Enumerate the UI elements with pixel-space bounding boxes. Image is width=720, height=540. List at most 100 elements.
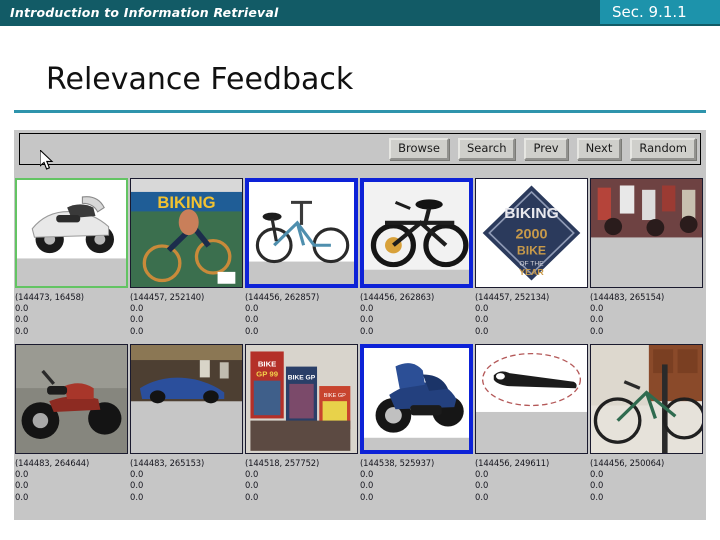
- result-cell: [130, 344, 245, 454]
- result-score: 0.0: [590, 314, 604, 325]
- result-score: 0.0: [590, 469, 604, 480]
- result-thumbnail-biking-magazine-cover[interactable]: BIKING: [130, 178, 243, 288]
- result-caption: (144457, 252140) 0.0 0.0 0.0: [130, 290, 245, 344]
- result-caption: (144483, 265154) 0.0 0.0 0.0: [590, 290, 705, 344]
- result-score: 0.0: [15, 480, 29, 491]
- result-score: 0.0: [15, 491, 29, 502]
- result-id: (144518, 257752): [245, 458, 320, 468]
- result-id: (144483, 265153): [130, 458, 205, 468]
- svg-text:GP 99: GP 99: [256, 369, 278, 378]
- svg-text:BIKING: BIKING: [504, 205, 558, 222]
- result-score: 0.0: [245, 325, 259, 336]
- result-score: 0.0: [15, 325, 29, 336]
- result-thumbnail-crowded-bike-rack[interactable]: [590, 178, 703, 288]
- toolbar-button-browse[interactable]: Browse: [389, 138, 449, 160]
- result-score: 0.0: [360, 314, 374, 325]
- result-cell: BIKING 2000 BIKE OF THE YEAR: [475, 178, 590, 288]
- result-id: (144483, 264644): [15, 458, 90, 468]
- result-cell: [15, 344, 130, 454]
- result-caption: (144457, 252134) 0.0 0.0 0.0: [475, 290, 590, 344]
- result-score: 0.0: [475, 303, 489, 314]
- result-score: 0.0: [360, 491, 374, 502]
- result-score: 0.0: [590, 491, 604, 502]
- result-score: 0.0: [245, 480, 259, 491]
- svg-text:BIKE GP: BIKE GP: [288, 375, 316, 382]
- result-score: 0.0: [360, 325, 374, 336]
- result-score: 0.0: [130, 491, 144, 502]
- result-caption: (144456, 249611) 0.0 0.0 0.0: [475, 456, 590, 510]
- result-score: 0.0: [245, 491, 259, 502]
- section-badge: Sec. 9.1.1: [600, 0, 720, 24]
- svg-text:BIKING: BIKING: [157, 194, 215, 212]
- result-thumbnail-white-folding-bicycle[interactable]: [245, 178, 358, 288]
- result-score: 0.0: [360, 303, 374, 314]
- result-score: 0.0: [475, 480, 489, 491]
- result-cell: [590, 344, 705, 454]
- result-score: 0.0: [360, 469, 374, 480]
- result-score: 0.0: [130, 303, 144, 314]
- result-caption: (144456, 262857) 0.0 0.0 0.0: [245, 290, 360, 344]
- result-score: 0.0: [15, 303, 29, 314]
- result-caption: (144483, 265153) 0.0 0.0 0.0: [130, 456, 245, 510]
- result-score: 0.0: [590, 325, 604, 336]
- svg-text:YEAR: YEAR: [519, 267, 544, 277]
- caption-row: (144483, 264644) 0.0 0.0 0.0 (144483, 265153…: [15, 456, 705, 510]
- result-thumbnail-black-bike-lock-strap[interactable]: [475, 344, 588, 454]
- result-score: 0.0: [15, 469, 29, 480]
- toolbar-button-prev[interactable]: Prev: [524, 138, 568, 160]
- result-thumbnail-bike-gp-magazines[interactable]: BIKE GP 99 BIKE GP BIKE GP: [245, 344, 358, 454]
- image-browser-window: Browse Search Prev Next Random BIKING BIKING 2…: [14, 130, 706, 520]
- result-caption: (144518, 257752) 0.0 0.0 0.0: [245, 456, 360, 510]
- result-caption: (144456, 250064) 0.0 0.0 0.0: [590, 456, 705, 510]
- result-thumbnail-red-classic-motorcycle[interactable]: [15, 344, 128, 454]
- svg-text:BIKE: BIKE: [258, 360, 277, 369]
- result-score: 0.0: [475, 314, 489, 325]
- result-thumbnail-blue-scooter-in-crowd[interactable]: [130, 344, 243, 454]
- result-score: 0.0: [475, 491, 489, 502]
- toolbar-button-group: Browse Search Prev Next Random: [389, 138, 696, 160]
- result-score: 0.0: [360, 480, 374, 491]
- result-cell: BIKE GP 99 BIKE GP BIKE GP: [245, 344, 360, 454]
- results-grid: BIKING BIKING 2000 BIKE OF THE YEAR (144473, 1…: [15, 178, 705, 510]
- result-id: (144456, 249611): [475, 458, 550, 468]
- result-id: (144456, 262863): [360, 292, 435, 302]
- thumbnail-row: BIKING BIKING 2000 BIKE OF THE YEAR: [15, 178, 705, 290]
- result-cell: [360, 178, 475, 288]
- toolbar-button-next[interactable]: Next: [576, 138, 622, 160]
- result-id: (144456, 262857): [245, 292, 320, 302]
- result-caption: (144473, 16458) 0.0 0.0 0.0: [15, 290, 130, 344]
- section-badge-label: Sec. 9.1.1: [612, 3, 687, 21]
- result-score: 0.0: [130, 314, 144, 325]
- result-score: 0.0: [590, 303, 604, 314]
- result-score: 0.0: [15, 314, 29, 325]
- result-score: 0.0: [245, 314, 259, 325]
- result-id: (144538, 525937): [360, 458, 435, 468]
- slide-header-title: Introduction to Information Retrieval: [10, 5, 279, 20]
- result-cell: [245, 178, 360, 288]
- toolbar-button-random[interactable]: Random: [630, 138, 696, 160]
- result-score: 0.0: [130, 480, 144, 491]
- result-score: 0.0: [590, 480, 604, 491]
- result-score: 0.0: [475, 469, 489, 480]
- result-cell: [360, 344, 475, 454]
- result-cell: [475, 344, 590, 454]
- result-id: (144473, 16458): [15, 292, 84, 302]
- thumbnail-row: BIKE GP 99 BIKE GP BIKE GP: [15, 344, 705, 456]
- result-id: (144457, 252140): [130, 292, 205, 302]
- toolbar-button-search[interactable]: Search: [457, 138, 516, 160]
- result-caption: (144456, 262863) 0.0 0.0 0.0: [360, 290, 475, 344]
- result-caption: (144538, 525937) 0.0 0.0 0.0: [360, 456, 475, 510]
- result-score: 0.0: [245, 303, 259, 314]
- result-id: (144483, 265154): [590, 292, 665, 302]
- title-underline: [14, 110, 706, 113]
- result-id: (144457, 252134): [475, 292, 550, 302]
- result-cell: BIKING: [130, 178, 245, 288]
- svg-text:BIKE GP: BIKE GP: [324, 393, 347, 399]
- result-thumbnail-bicycles-on-wall-rack[interactable]: [590, 344, 703, 454]
- result-thumbnail-black-folding-bicycle[interactable]: [360, 178, 473, 288]
- result-thumbnail-white-motor-scooter[interactable]: [15, 178, 128, 288]
- result-thumbnail-blue-touring-motorcycle[interactable]: [360, 344, 473, 454]
- result-thumbnail-biking-2000-bike-of-the-year-award[interactable]: BIKING 2000 BIKE OF THE YEAR: [475, 178, 588, 288]
- result-cell: [590, 178, 705, 288]
- result-cell: [15, 178, 130, 288]
